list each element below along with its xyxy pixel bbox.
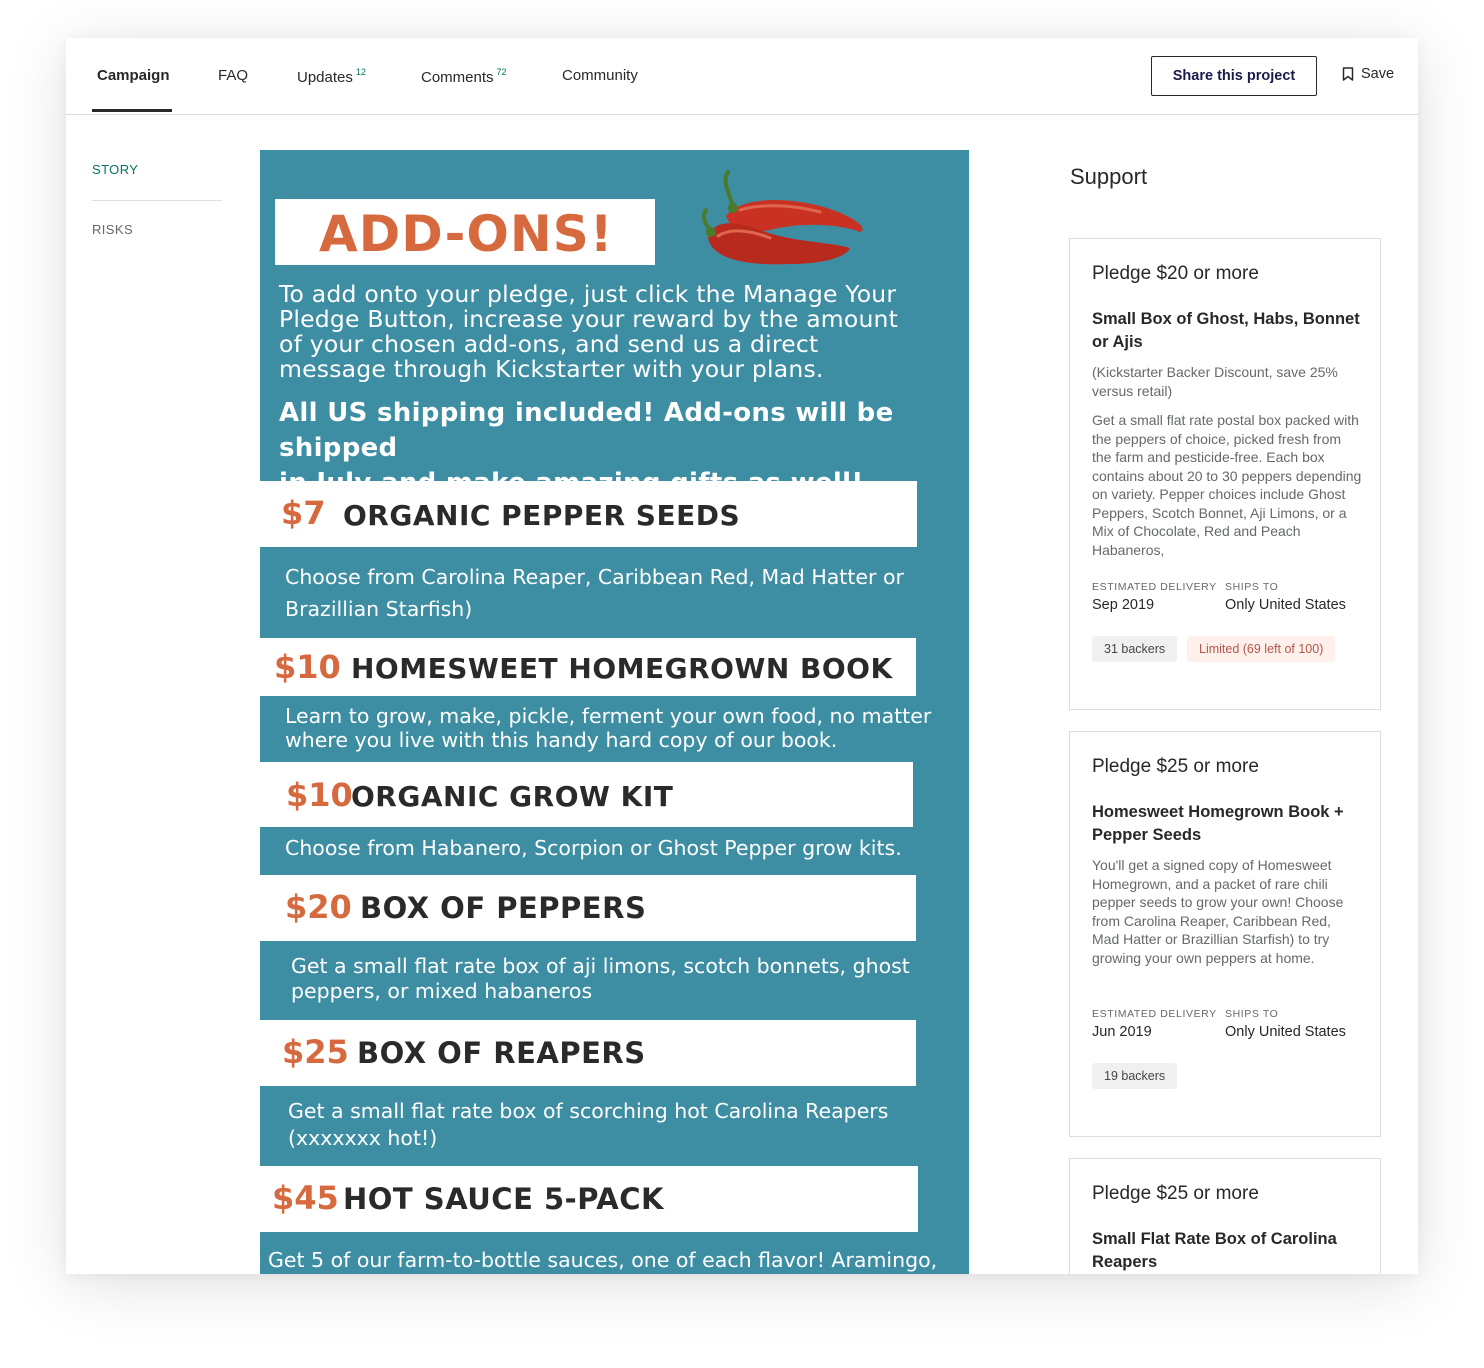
addon-price: $10 [286,776,353,814]
addon-description: Get a small flat rate box of scorching h… [288,1098,888,1152]
addon-hot-sauce-bar: $45 HOT SAUCE 5-PACK [260,1166,918,1232]
save-button[interactable]: Save [1342,66,1394,82]
addon-description-line: Brazillian Starfish) [285,597,473,621]
project-page: Campaign FAQ Updates 12 Comments 72 Commun… [66,38,1418,1274]
backers-badge: 19 backers [1092,1063,1178,1089]
tab-faq[interactable]: FAQ [218,67,248,84]
poster-intro-line: message through Kickstarter with your pl… [279,355,824,383]
addon-name: BOX OF REAPERS [357,1036,646,1070]
addon-description-line: Choose from Habanero, Scorpion or Ghost … [285,836,902,860]
poster-title: ADD-ONS! [319,205,614,263]
tab-updates-label: Updates [297,69,353,86]
estimated-delivery-value: Jun 2019 [1092,1024,1152,1040]
poster-intro-line: To add onto your pledge, just click the … [279,280,897,308]
reward-title: Small Flat Rate Box of Carolina Reapers [1092,1230,1337,1271]
share-project-label: Share this project [1172,68,1296,84]
addon-description-line: Get a small flat rate box of aji limons,… [291,954,910,978]
ships-to-value: Only United States [1225,1024,1346,1040]
updates-count: 12 [355,67,366,77]
reward-card[interactable]: Pledge $20 or more Small Box of Ghost, H… [1069,238,1381,710]
project-nav: Campaign FAQ Updates 12 Comments 72 Commun… [66,38,1418,115]
addon-name: HOT SAUCE 5-PACK [343,1182,664,1216]
tab-community[interactable]: Community [562,67,638,84]
ships-to-value: Only United States [1225,597,1346,613]
poster-intro-line: of your chosen add-ons, and send us a di… [279,330,819,358]
tab-campaign[interactable]: Campaign [97,67,170,84]
pledge-amount: Pledge $20 or more [1092,263,1259,284]
ships-to-label: SHIPS TO [1225,1008,1279,1020]
addon-name: HOMESWEET HOMEGROWN BOOK [351,652,893,685]
estimated-delivery-label: ESTIMATED DELIVERY [1092,1008,1217,1020]
addon-description: Get 5 of our farm-to-bottle sauces, one … [268,1247,937,1273]
tab-comments-label: Comments [421,69,494,86]
addon-description: Get a small flat rate box of aji limons,… [291,954,910,1004]
ships-to-label: SHIPS TO [1225,581,1279,593]
addon-price: $45 [272,1179,339,1217]
tab-comments[interactable]: Comments 72 [421,67,507,86]
reward-title: Homesweet Homegrown Book + Pepper Seeds [1092,803,1344,844]
share-project-button[interactable]: Share this project [1151,56,1317,96]
addon-description-line: Learn to grow, make, pickle, ferment you… [285,704,932,728]
reward-card[interactable]: Pledge $25 or more Homesweet Homegrown B… [1069,731,1381,1137]
addon-grow-kit-bar: $10 ORGANIC GROW KIT [260,762,913,827]
estimated-delivery-label: ESTIMATED DELIVERY [1092,581,1217,593]
story-nav-risks[interactable]: RISKS [92,222,133,237]
tab-community-label: Community [562,67,638,84]
poster-shipping-line: All US shipping included! Add-ons will b… [279,398,894,463]
addon-price: $20 [285,888,352,926]
addon-seeds-bar: $7 ORGANIC PEPPER SEEDS [260,481,917,547]
addon-description-line: where you live with this handy hard copy… [285,728,838,752]
reward-card[interactable]: Pledge $25 or more Small Flat Rate Box o… [1069,1158,1381,1274]
tab-faq-label: FAQ [218,67,249,84]
active-tab-indicator [92,109,172,112]
addon-description-line: Get 5 of our farm-to-bottle sauces, one … [268,1248,938,1272]
pledge-amount: Pledge $25 or more [1092,1183,1259,1204]
addon-description-line: Get a small flat rate box of scorching h… [288,1099,889,1123]
addon-price: $25 [282,1033,349,1071]
addon-name: BOX OF PEPPERS [360,891,647,925]
story-nav: STORY RISKS [92,162,222,237]
backers-badge: 31 backers [1092,636,1178,662]
poster-intro: To add onto your pledge, just click the … [279,282,959,382]
reward-description: You'll get a signed copy of Homesweet Ho… [1092,857,1344,966]
limited-badge: Limited (69 left of 100) [1187,636,1336,662]
addon-price: $10 [274,648,341,686]
add-ons-poster: ADD-ONS! To add onto your pledge, just c… [260,150,969,1274]
reward-note: (Kickstarter Backer Discount, save 25% v… [1092,364,1338,399]
support-heading: Support [1070,164,1148,189]
save-label: Save [1361,66,1395,82]
addon-description-line: peppers, or mixed habaneros [291,979,593,1003]
addon-description: Choose from Carolina Reaper, Caribbean R… [285,561,904,625]
reward-title: Small Box of Ghost, Habs, Bonnet or Ajis [1092,310,1360,351]
chili-pepper-icon [701,170,863,265]
addon-book-bar: $10 HOMESWEET HOMEGROWN BOOK [260,638,916,696]
addon-name: ORGANIC PEPPER SEEDS [343,499,741,532]
addon-description: Choose from Habanero, Scorpion or Ghost … [285,836,902,860]
poster-intro-line: Pledge Button, increase your reward by t… [279,305,899,333]
addon-description-line: (xxxxxxx hot!) [288,1126,438,1150]
estimated-delivery-value: Sep 2019 [1092,597,1155,613]
addon-description: Learn to grow, make, pickle, ferment you… [285,704,931,752]
pledge-amount: Pledge $25 or more [1092,756,1259,777]
story-nav-divider [92,200,222,201]
addon-peppers-bar: $20 BOX OF PEPPERS [260,875,916,941]
tab-updates[interactable]: Updates 12 [297,67,366,86]
bookmark-icon [1342,67,1354,81]
poster-title-box: ADD-ONS! [275,199,655,265]
addon-name: ORGANIC GROW KIT [351,780,674,813]
addon-price: $7 [281,494,326,532]
comments-count: 72 [496,67,507,77]
story-nav-story[interactable]: STORY [92,162,222,177]
addon-description-line: Choose from Carolina Reaper, Caribbean R… [285,565,904,589]
tab-campaign-label: Campaign [97,67,170,84]
addon-reapers-bar: $25 BOX OF REAPERS [260,1020,916,1086]
reward-description: Get a small flat rate postal box packed … [1092,412,1362,558]
